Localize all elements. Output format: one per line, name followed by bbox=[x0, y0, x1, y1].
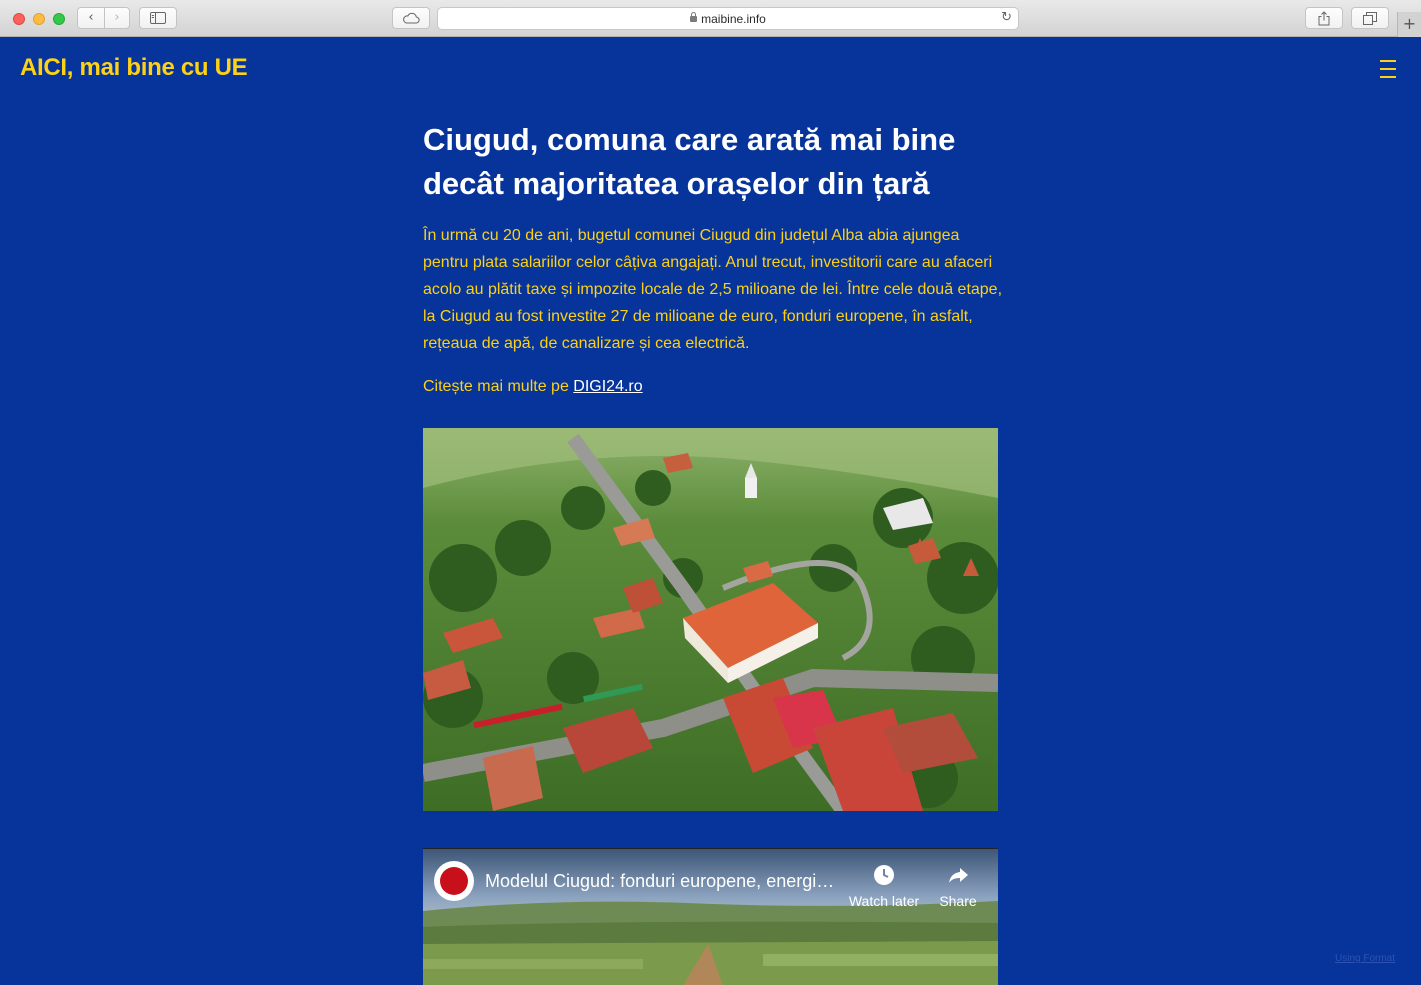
video-share-button[interactable]: Share bbox=[934, 863, 982, 909]
share-button[interactable] bbox=[1305, 7, 1343, 29]
read-more: Citește mai multe pe DIGI24.ro bbox=[423, 373, 1003, 400]
aerial-village-image bbox=[423, 428, 998, 811]
share-icon bbox=[1318, 11, 1330, 26]
menu-icon[interactable] bbox=[1380, 60, 1396, 78]
plus-icon: + bbox=[1402, 14, 1417, 33]
clock-icon bbox=[874, 865, 894, 885]
minimize-window-button[interactable] bbox=[33, 13, 45, 25]
sidebar-toggle-button[interactable] bbox=[139, 7, 177, 29]
sidebar-icon bbox=[150, 12, 166, 24]
forward-icon[interactable]: › bbox=[104, 8, 130, 28]
icloud-icon bbox=[403, 12, 420, 24]
source-link[interactable]: DIGI24.ro bbox=[573, 378, 642, 395]
new-tab-button[interactable]: + bbox=[1397, 12, 1421, 37]
maximize-window-button[interactable] bbox=[53, 13, 65, 25]
url-text: maibine.info bbox=[701, 12, 766, 26]
reload-icon[interactable]: ↻ bbox=[1001, 10, 1012, 25]
back-icon[interactable]: ‹ bbox=[78, 8, 105, 28]
lock-icon bbox=[690, 12, 698, 22]
article-body: În urmă cu 20 de ani, bugetul comunei Ci… bbox=[423, 227, 1003, 352]
read-more-prefix: Citește mai multe pe bbox=[423, 378, 574, 395]
video-share-label: Share bbox=[939, 893, 977, 909]
channel-logo[interactable] bbox=[434, 861, 474, 901]
watch-later-label: Watch later bbox=[848, 893, 920, 909]
using-format-link[interactable]: Using Format bbox=[1335, 953, 1395, 964]
video-embed[interactable]: Modelul Ciugud: fonduri europene, energi… bbox=[423, 848, 998, 985]
article-photo bbox=[423, 428, 998, 811]
nav-buttons: ‹ › bbox=[77, 7, 130, 29]
tabs-icon bbox=[1363, 12, 1377, 25]
article-title: Ciugud, comuna care arată mai bine decât… bbox=[423, 122, 956, 201]
close-window-button[interactable] bbox=[13, 13, 25, 25]
watch-later-button[interactable]: Watch later bbox=[846, 863, 922, 909]
article: Ciugud, comuna care arată mai bine decât… bbox=[423, 118, 1003, 400]
icloud-tabs-button[interactable] bbox=[392, 7, 430, 29]
site-logo[interactable]: AICI, mai bine cu UE bbox=[20, 54, 248, 82]
address-bar[interactable]: maibine.info ↻ bbox=[437, 7, 1019, 30]
browser-toolbar: ‹ › maibine.info ↻ + bbox=[0, 0, 1421, 37]
show-all-tabs-button[interactable] bbox=[1351, 7, 1389, 29]
share-arrow-icon bbox=[949, 868, 968, 883]
video-title[interactable]: Modelul Ciugud: fonduri europene, energi… bbox=[485, 871, 840, 892]
